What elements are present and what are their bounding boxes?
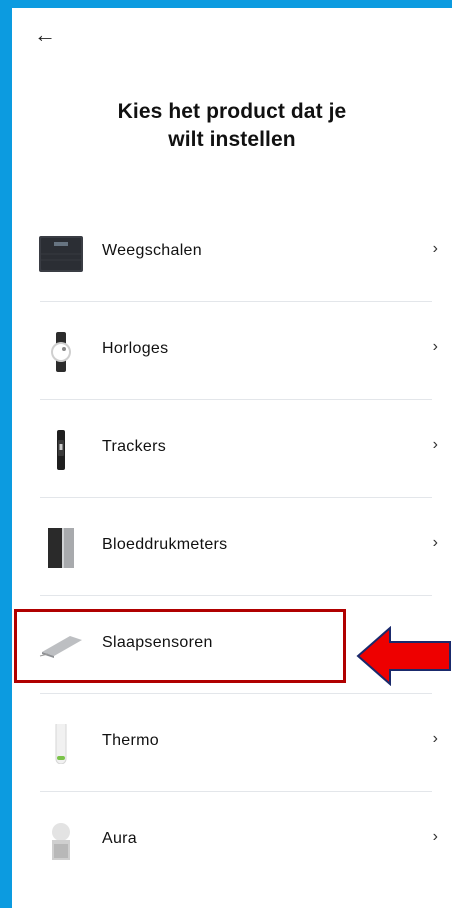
back-button[interactable]: ← (32, 22, 58, 48)
page-title: Kies het product dat je wilt instellen (117, 100, 347, 151)
chevron-right-icon: › (432, 828, 438, 845)
app-screen: ← Kies het product dat je wilt instellen… (12, 8, 452, 908)
product-list: Weegschalen › Horloges › Trackers › Bloe… (12, 204, 452, 890)
chevron-right-icon: › (432, 240, 438, 257)
chevron-right-icon: › (432, 534, 438, 551)
product-label: Trackers (102, 438, 167, 455)
product-label: Horloges (102, 340, 169, 357)
product-item-aura[interactable]: Aura › (12, 792, 452, 890)
blood-pressure-monitor-icon (38, 528, 84, 568)
product-label: Aura (102, 830, 137, 847)
product-item-weegschalen[interactable]: Weegschalen › (12, 204, 452, 302)
scale-icon (38, 234, 84, 274)
product-item-bloeddrukmeters[interactable]: Bloeddrukmeters › (12, 498, 452, 596)
product-label: Weegschalen (102, 242, 202, 259)
product-label: Bloeddrukmeters (102, 536, 228, 553)
highlight-box (14, 609, 346, 683)
arrow-left-icon: ← (34, 22, 56, 47)
thermometer-icon (38, 724, 84, 764)
watch-icon (38, 332, 84, 372)
chevron-right-icon: › (432, 730, 438, 747)
red-arrow-left-icon (356, 626, 451, 686)
chevron-right-icon: › (432, 338, 438, 355)
product-item-trackers[interactable]: Trackers › (12, 400, 452, 498)
tracker-icon (38, 430, 84, 470)
aura-lamp-icon (38, 822, 84, 862)
chevron-right-icon: › (432, 436, 438, 453)
product-item-horloges[interactable]: Horloges › (12, 302, 452, 400)
product-label: Thermo (102, 732, 159, 749)
product-item-thermo[interactable]: Thermo › (12, 694, 452, 792)
